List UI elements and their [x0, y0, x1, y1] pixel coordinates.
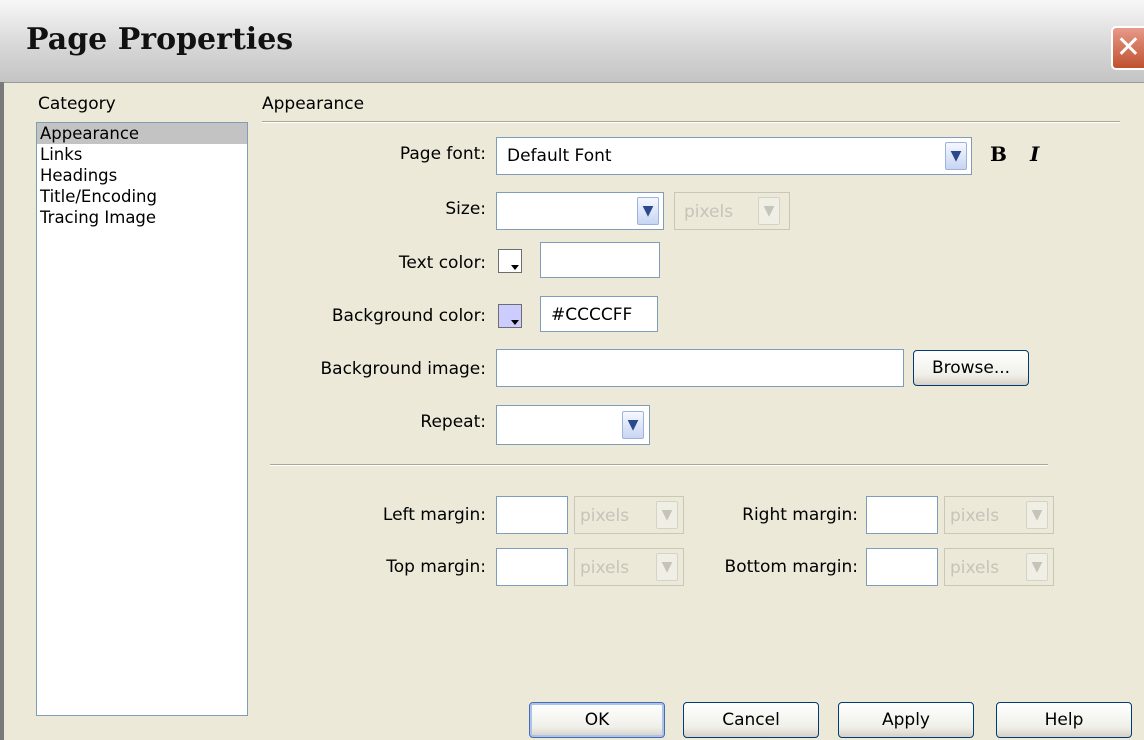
apply-button[interactable]: Apply — [838, 702, 974, 738]
page-properties-dialog: Page Properties ✕ Category Appearance Li… — [0, 0, 1144, 740]
category-item-title-encoding[interactable]: Title/Encoding — [37, 186, 247, 207]
bottom-margin-input[interactable] — [866, 548, 938, 586]
category-item-headings[interactable]: Headings — [37, 165, 247, 186]
chevron-down-icon: ▼ — [1026, 501, 1048, 529]
background-color-input[interactable]: #CCCCFF — [540, 296, 658, 332]
window-title: Page Properties — [26, 22, 294, 57]
chevron-down-icon[interactable]: ▼ — [945, 142, 967, 170]
browse-button[interactable]: Browse... — [913, 350, 1029, 386]
bold-button[interactable]: B — [990, 142, 1007, 166]
chevron-down-icon[interactable]: ▼ — [622, 411, 644, 439]
chevron-down-icon[interactable]: ▼ — [637, 197, 659, 225]
title-bar: Page Properties ✕ — [0, 0, 1144, 83]
help-button[interactable]: Help — [996, 702, 1132, 738]
text-color-input[interactable] — [540, 242, 660, 278]
size-unit-value: pixels — [684, 202, 734, 222]
background-image-input[interactable] — [496, 349, 904, 387]
chevron-down-icon — [511, 265, 519, 270]
page-font-select[interactable]: Default Font — [496, 137, 972, 175]
chevron-down-icon: ▼ — [656, 553, 678, 581]
repeat-label: Repeat: — [420, 412, 486, 432]
text-color-picker[interactable] — [498, 249, 522, 273]
right-margin-input[interactable] — [866, 496, 938, 534]
section-divider — [262, 121, 1120, 123]
chevron-down-icon: ▼ — [656, 501, 678, 529]
top-margin-unit-value: pixels — [580, 558, 630, 578]
section-heading: Appearance — [262, 94, 365, 114]
top-margin-label: Top margin: — [386, 557, 486, 577]
page-font-label: Page font: — [399, 144, 486, 164]
left-margin-input[interactable] — [496, 496, 568, 534]
right-margin-label: Right margin: — [742, 505, 858, 525]
margins-divider — [270, 464, 1048, 466]
top-margin-input[interactable] — [496, 548, 568, 586]
ok-button[interactable]: OK — [529, 702, 665, 738]
text-color-label: Text color: — [398, 253, 486, 273]
category-item-tracing-image[interactable]: Tracing Image — [37, 207, 247, 228]
window-border — [0, 82, 4, 740]
left-margin-unit-value: pixels — [580, 506, 630, 526]
bottom-margin-unit-value: pixels — [950, 558, 1000, 578]
right-margin-unit-value: pixels — [950, 506, 1000, 526]
background-color-picker[interactable] — [498, 304, 522, 328]
italic-button[interactable]: I — [1030, 142, 1039, 166]
bottom-margin-label: Bottom margin: — [724, 557, 858, 577]
chevron-down-icon — [511, 320, 519, 325]
background-image-label: Background image: — [320, 359, 486, 379]
category-item-links[interactable]: Links — [37, 144, 247, 165]
category-list[interactable]: Appearance Links Headings Title/Encoding… — [36, 122, 248, 716]
cancel-button[interactable]: Cancel — [683, 702, 819, 738]
chevron-down-icon: ▼ — [1026, 553, 1048, 581]
category-item-appearance[interactable]: Appearance — [37, 123, 247, 144]
size-label: Size: — [445, 199, 486, 219]
category-heading: Category — [38, 94, 116, 114]
chevron-down-icon: ▼ — [758, 197, 780, 225]
left-margin-label: Left margin: — [382, 505, 486, 525]
close-icon[interactable]: ✕ — [1111, 26, 1144, 70]
background-color-label: Background color: — [331, 306, 486, 326]
